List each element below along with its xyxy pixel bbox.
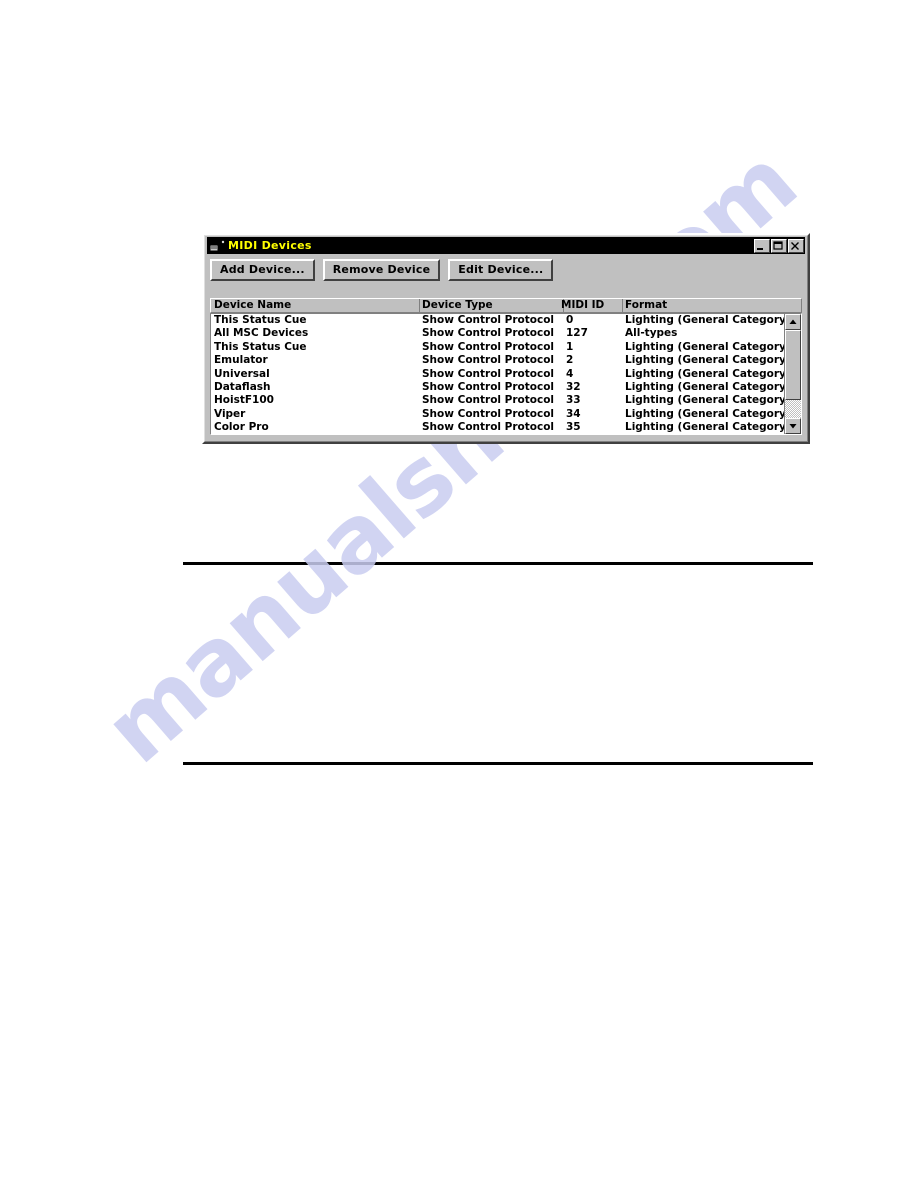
table-row[interactable]: This Status Cue Show Control Protocol 1 Lig… [211, 341, 784, 354]
column-header-format[interactable]: Format [625, 299, 800, 312]
cell-format: Lighting (General Category) [625, 421, 784, 434]
cell-midi-id: 0 [566, 314, 574, 326]
cell-midi-id: 2 [566, 354, 574, 367]
column-divider-1[interactable] [419, 299, 420, 312]
column-header-device-name[interactable]: Device Name [214, 299, 414, 312]
table-row[interactable]: Viper Show Control Protocol 34 Lighting (Ge… [211, 408, 784, 421]
cell-device-name: Universal [214, 367, 270, 380]
table-row[interactable]: HoistF100 Show Control Protocol 33 Lighting… [211, 394, 784, 407]
scroll-up-arrow-icon[interactable] [785, 314, 801, 330]
minimize-button[interactable] [754, 238, 770, 253]
window-controls [754, 238, 804, 253]
cell-device-name: Color Pro [214, 421, 269, 434]
cell-device-type: Show Control Protocol [422, 380, 555, 393]
cell-device-name: Viper [214, 407, 246, 420]
cell-midi-id: 34 [566, 407, 581, 420]
cell-device-name: HoistF100 [214, 394, 274, 407]
cell-device-type: Show Control Protocol [422, 314, 555, 326]
cell-device-name: All MSC Devices [214, 327, 309, 340]
remove-device-button[interactable]: Remove Device [322, 259, 441, 281]
cell-format: Lighting (General Category) [625, 394, 784, 407]
cell-device-type: Show Control Protocol [422, 407, 555, 420]
table-row[interactable]: Dataflash Show Control Protocol 32 Lighting… [211, 381, 784, 394]
cell-format: Lighting (General Category) [625, 340, 784, 353]
cell-format: Lighting (General Category) [625, 314, 784, 326]
scroll-down-arrow-icon[interactable] [785, 418, 801, 434]
column-header-midi-id[interactable]: MIDI ID [561, 299, 619, 312]
watermark-text: manualshive.com [84, 128, 816, 784]
window-title: MIDI Devices [228, 239, 312, 252]
cell-format: Lighting (General Category) [625, 354, 784, 367]
cell-device-type: Show Control Protocol [422, 340, 555, 353]
device-list-rows: This Status Cue Show Control Protocol 0 Lig… [211, 314, 784, 434]
table-row[interactable]: This Status Cue Show Control Protocol 0 Lig… [211, 314, 784, 327]
cell-device-type: Show Control Protocol [422, 354, 555, 367]
scrollbar-thumb[interactable] [785, 330, 801, 400]
table-row[interactable]: Universal Show Control Protocol 4 Lighting … [211, 368, 784, 381]
column-divider-3[interactable] [622, 299, 623, 312]
midi-device-icon [209, 239, 225, 253]
cell-device-type: Show Control Protocol [422, 421, 555, 434]
maximize-button[interactable] [771, 238, 787, 253]
cell-device-type: Show Control Protocol [422, 367, 555, 380]
device-list-body: This Status Cue Show Control Protocol 0 Lig… [210, 313, 802, 435]
cell-device-type: Show Control Protocol [422, 327, 555, 340]
cell-format: Lighting (General Category) [625, 380, 784, 393]
table-row[interactable]: All MSC Devices Show Control Protocol 127 A… [211, 327, 784, 340]
cell-midi-id: 33 [566, 394, 581, 407]
divider-rule-bottom [183, 762, 813, 765]
cell-midi-id: 32 [566, 380, 581, 393]
cell-format: Lighting (General Category) [625, 367, 784, 380]
table-row[interactable]: Emulator Show Control Protocol 2 Lighting (… [211, 354, 784, 367]
cell-device-name: This Status Cue [214, 340, 307, 353]
cell-format: All-types [625, 327, 678, 340]
cell-device-name: Emulator [214, 354, 268, 367]
add-device-button[interactable]: Add Device... [210, 259, 315, 281]
divider-rule-top [183, 562, 813, 565]
window-titlebar[interactable]: MIDI Devices [207, 237, 805, 254]
midi-devices-window: MIDI Devices Add Device... Remove Device… [202, 233, 810, 444]
cell-device-type: Show Control Protocol [422, 394, 555, 407]
close-button[interactable] [788, 238, 804, 253]
dialog-toolbar: Add Device... Remove Device Edit Device.… [210, 259, 802, 283]
column-header-device-type[interactable]: Device Type [422, 299, 562, 312]
cell-device-name: Dataflash [214, 380, 271, 393]
device-list-scrollbar[interactable] [784, 314, 801, 434]
table-row[interactable]: Color Pro Show Control Protocol 35 Lighting… [211, 421, 784, 434]
cell-device-name: This Status Cue [214, 314, 307, 326]
cell-format: Lighting (General Category) [625, 407, 784, 420]
cell-midi-id: 1 [566, 340, 574, 353]
cell-midi-id: 127 [566, 327, 588, 340]
device-list-header: Device Name Device Type MIDI ID Format [210, 298, 802, 313]
edit-device-button[interactable]: Edit Device... [448, 259, 554, 281]
page-watermark: manualshive.com [0, 0, 918, 1188]
cell-midi-id: 4 [566, 367, 574, 380]
cell-midi-id: 35 [566, 421, 581, 434]
